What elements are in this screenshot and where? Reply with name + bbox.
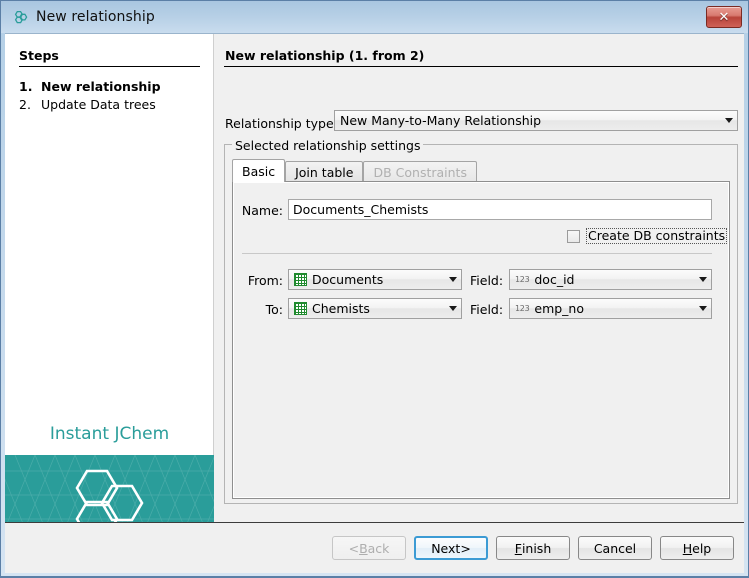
finish-button-mnemonic: F: [515, 541, 522, 556]
dialog-window: New relationship ✕ Steps 1. New relation…: [0, 0, 749, 578]
chevron-down-icon: [694, 270, 711, 289]
chevron-down-icon: [444, 270, 461, 289]
next-button[interactable]: Next >: [414, 536, 488, 560]
to-table-value: Chemists: [312, 301, 370, 316]
to-field-label: Field:: [470, 302, 503, 317]
to-table-select[interactable]: Chemists: [288, 298, 462, 319]
step-number: 1.: [19, 79, 41, 94]
help-button-mnemonic: H: [683, 541, 692, 556]
from-field-select[interactable]: 123 doc_id: [509, 269, 712, 290]
tab-basic[interactable]: Basic: [232, 159, 285, 182]
group-legend: Selected relationship settings: [232, 138, 423, 153]
button-bar: < Back Next > Finish Cancel Help: [5, 523, 744, 573]
from-field-value-wrap: 123 doc_id: [510, 272, 694, 287]
create-db-constraints-checkbox[interactable]: [567, 230, 580, 243]
chevron-down-icon: [694, 299, 711, 318]
finish-button-post: inish: [522, 541, 551, 556]
chevron-down-icon: [444, 299, 461, 318]
step-label: New relationship: [41, 79, 161, 94]
from-field-label: Field:: [470, 273, 503, 288]
tab-join-table[interactable]: Join table: [285, 161, 363, 182]
cancel-button[interactable]: Cancel: [578, 536, 652, 560]
page-title: New relationship (1. from 2): [225, 48, 424, 63]
dialog-client-area: Steps 1. New relationship 2. Update Data…: [5, 33, 744, 573]
close-button[interactable]: ✕: [706, 6, 742, 28]
steps-heading: Steps: [19, 48, 59, 63]
title-bar: New relationship ✕: [1, 1, 748, 33]
relationship-type-label: Relationship type:: [225, 116, 338, 131]
jchem-hexagon-icon: [11, 8, 29, 26]
page-title-divider: [224, 66, 738, 67]
brand-name: Instant JChem: [5, 424, 214, 444]
field-separator: [242, 253, 712, 254]
back-button-post: ack: [368, 541, 390, 556]
table-grid-icon: [294, 273, 307, 286]
next-button-pre: Next: [431, 541, 460, 556]
help-button[interactable]: Help: [660, 536, 734, 560]
next-button-post: >: [460, 541, 470, 556]
sidebar-step-update-data-trees[interactable]: 2. Update Data trees: [19, 97, 156, 112]
from-label: From:: [235, 273, 283, 288]
from-table-value-wrap: Documents: [289, 272, 444, 287]
to-field-select[interactable]: 123 emp_no: [509, 298, 712, 319]
to-label: To:: [235, 302, 283, 317]
tab-label: Basic: [242, 164, 275, 179]
finish-button[interactable]: Finish: [496, 536, 570, 560]
to-field-value: emp_no: [534, 301, 584, 316]
table-grid-icon: [294, 302, 307, 315]
step-label: Update Data trees: [41, 97, 156, 112]
relationship-type-select[interactable]: New Many-to-Many Relationship: [334, 110, 738, 131]
tab-db-constraints: DB Constraints: [363, 161, 477, 182]
name-label: Name:: [235, 203, 283, 218]
cancel-button-pre: Cancel: [594, 541, 636, 556]
steps-sidebar: Steps 1. New relationship 2. Update Data…: [5, 34, 214, 522]
to-table-value-wrap: Chemists: [289, 301, 444, 316]
name-input[interactable]: [288, 199, 712, 220]
relationship-type-value: New Many-to-Many Relationship: [335, 113, 720, 128]
from-table-select[interactable]: Documents: [288, 269, 462, 290]
chevron-down-icon: [720, 111, 737, 130]
close-icon: ✕: [719, 10, 730, 25]
number-type-icon: 123: [515, 275, 529, 284]
tab-label: DB Constraints: [373, 165, 467, 180]
to-field-value-wrap: 123 emp_no: [510, 301, 694, 316]
window-title: New relationship: [36, 9, 155, 25]
help-button-post: elp: [692, 541, 711, 556]
back-button-pre: <: [349, 541, 359, 556]
from-field-value: doc_id: [534, 272, 574, 287]
back-button-mnemonic: B: [359, 541, 368, 556]
number-type-icon: 123: [515, 304, 529, 313]
steps-divider: [19, 66, 200, 67]
settings-tabs: Basic Join table DB Constraints: [232, 160, 730, 182]
create-db-constraints-label: Create DB constraints: [586, 228, 727, 244]
sidebar-step-new-relationship[interactable]: 1. New relationship: [19, 79, 161, 94]
step-number: 2.: [19, 97, 41, 112]
create-db-constraints-row[interactable]: Create DB constraints: [567, 228, 727, 244]
from-table-value: Documents: [312, 272, 383, 287]
tab-label: Join table: [295, 165, 353, 180]
back-button[interactable]: < Back: [332, 536, 406, 560]
